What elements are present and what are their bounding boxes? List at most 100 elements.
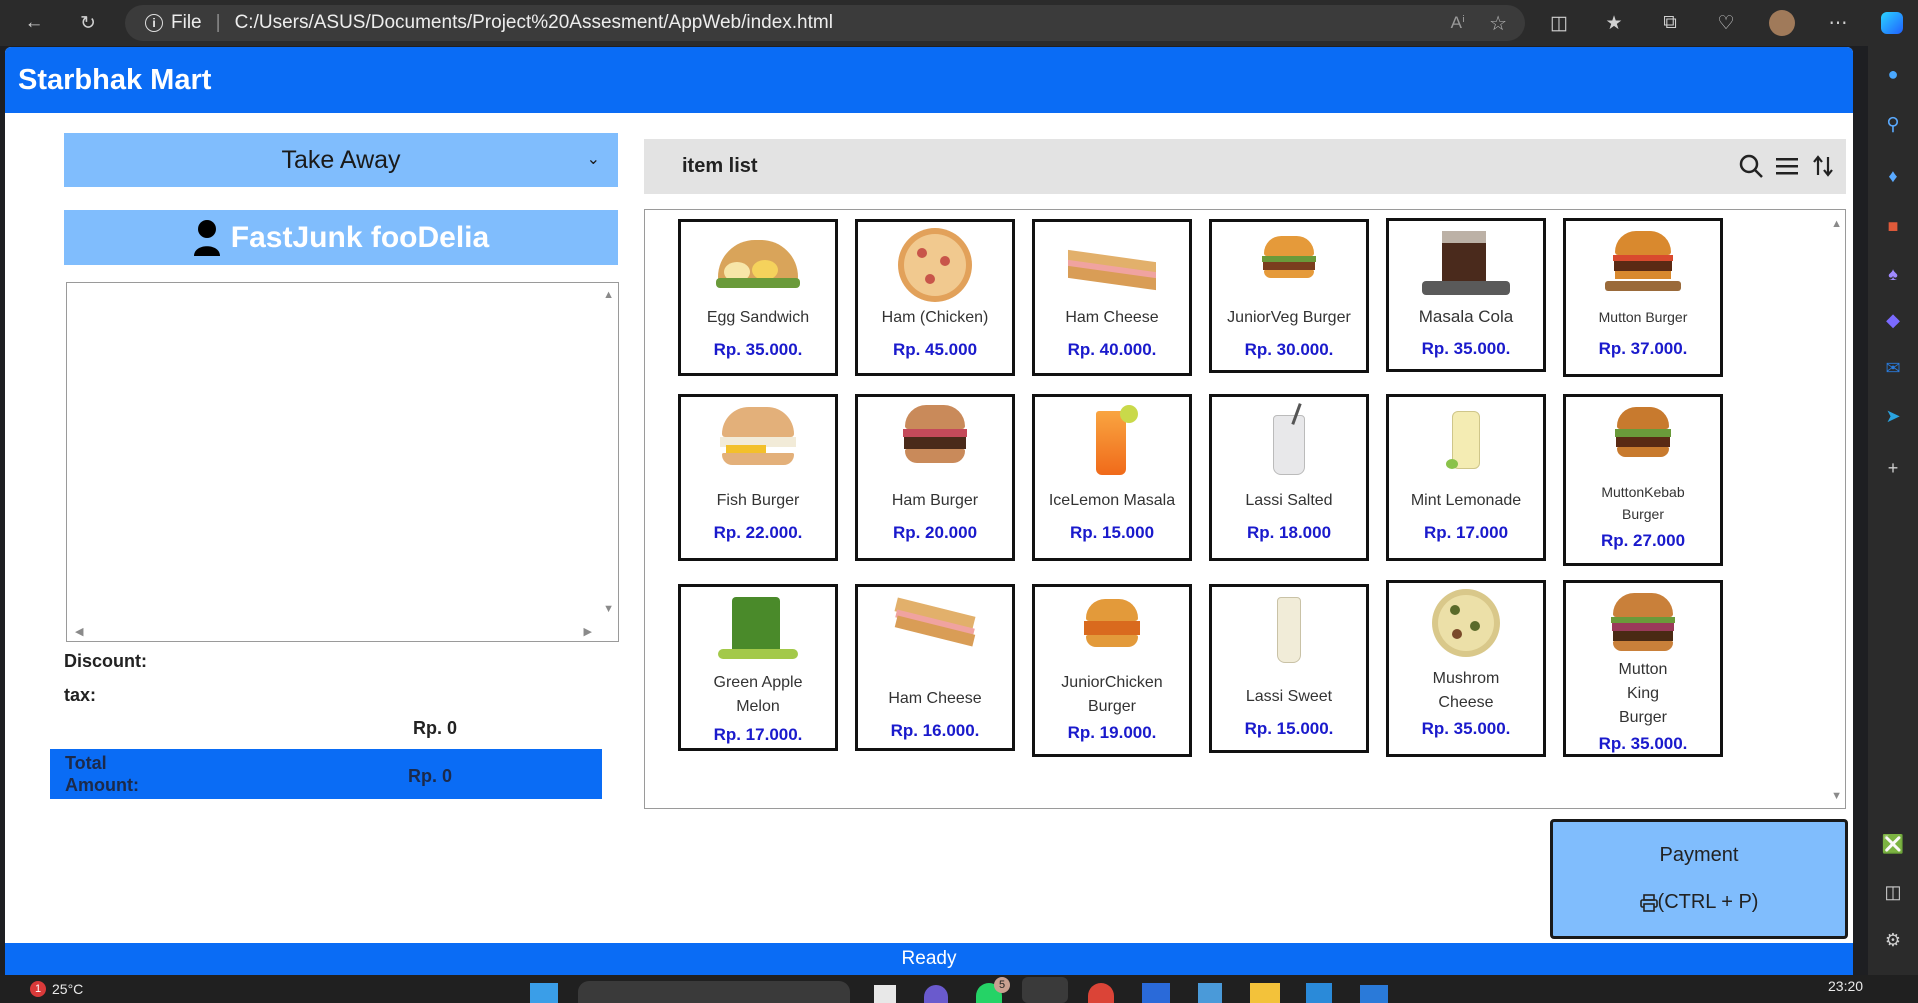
item-card[interactable]: MuttonKebab Burger Rp. 27.000 <box>1563 394 1723 566</box>
item-name: JuniorVeg Burger <box>1227 309 1351 326</box>
item-price: Rp. 37.000. <box>1598 339 1688 358</box>
info-icon[interactable]: i <box>145 14 163 32</box>
screenshot-icon[interactable]: ❎ <box>1881 832 1905 856</box>
item-card[interactable]: Ham (Chicken) Rp. 45.000 <box>855 219 1015 376</box>
browser-sidebar: ● ⚲ ♦ ■ ♠ ◆ ✉ ➤ + ❎ ◫ ⚙ <box>1868 46 1918 975</box>
favorites-icon[interactable]: ★ <box>1598 7 1630 39</box>
taskbar-search-box[interactable] <box>578 981 850 1003</box>
chrome-icon[interactable] <box>1088 983 1114 1003</box>
shopping-tag-icon[interactable]: ♦ <box>1881 164 1905 188</box>
read-aloud-icon[interactable]: Aⁱ <box>1451 13 1465 33</box>
item-card[interactable]: JuniorChicken Burger Rp. 19.000. <box>1032 584 1192 757</box>
scroll-right-arrow[interactable]: ▶ <box>584 625 592 638</box>
item-card[interactable]: Mint Lemonade Rp. 17.000 <box>1386 394 1546 561</box>
store-icon[interactable] <box>1142 983 1170 1003</box>
item-name: Mint Lemonade <box>1410 492 1522 509</box>
split-screen-icon[interactable]: ◫ <box>1543 7 1575 39</box>
customer-name: FastJunk fooDelia <box>230 220 490 254</box>
item-card[interactable]: Lassi Salted Rp. 18.000 <box>1209 394 1369 561</box>
item-name: Fish Burger <box>716 492 800 509</box>
health-icon[interactable]: ♡ <box>1710 7 1742 39</box>
start-icon[interactable] <box>530 983 558 1003</box>
chevron-down-icon[interactable]: ⌄ <box>587 149 600 169</box>
order-type-dropdown[interactable]: Take Away ⌄ <box>64 133 618 187</box>
chat-app-icon[interactable] <box>924 985 948 1003</box>
item-price: Rp. 22.000. <box>713 523 803 542</box>
menu-icon[interactable] <box>1773 152 1801 180</box>
item-name: Lassi Sweet <box>1245 688 1333 705</box>
item-card[interactable]: IceLemon Masala Rp. 15.000 <box>1032 394 1192 561</box>
games-icon[interactable]: ♠ <box>1881 262 1905 286</box>
search-icon[interactable]: ⚲ <box>1881 112 1905 136</box>
item-name: Ham Cheese <box>1065 309 1159 326</box>
search-icon[interactable] <box>1737 152 1765 180</box>
sidebar-toggle-icon[interactable]: ◫ <box>1881 880 1905 904</box>
task-view-icon[interactable] <box>874 985 896 1003</box>
item-price: Rp. 35.000. <box>713 340 803 359</box>
back-icon[interactable]: ← <box>18 7 50 39</box>
clock-time: 23:20 <box>1828 978 1864 994</box>
url-text[interactable]: C:/Users/ASUS/Documents/Project%20Assesm… <box>235 12 833 34</box>
favorite-star-icon[interactable]: ☆ <box>1489 11 1507 36</box>
file-explorer-icon[interactable] <box>1250 983 1280 1003</box>
item-card[interactable]: Mutton King Burger Rp. 35.000. <box>1563 580 1723 757</box>
burger-image <box>885 401 985 477</box>
profile-avatar[interactable] <box>1766 7 1798 39</box>
calculator-icon[interactable] <box>1198 983 1222 1003</box>
item-price: Rp. 35.000. <box>1421 719 1511 738</box>
lemonade-image <box>1416 401 1516 477</box>
more-menu-icon[interactable]: ⋯ <box>1822 7 1854 39</box>
item-card[interactable]: Mushrom Cheese Rp. 35.000. <box>1386 580 1546 757</box>
item-price: Rp. 15.000. <box>1244 719 1334 738</box>
sort-icon[interactable] <box>1809 152 1837 180</box>
burger-image <box>1239 226 1339 302</box>
item-card[interactable]: Green Apple Melon Rp. 17.000. <box>678 584 838 751</box>
telegram-icon[interactable]: ➤ <box>1881 404 1905 428</box>
item-card[interactable]: Ham Burger Rp. 20.000 <box>855 394 1015 561</box>
total-amount-bar: Total Amount: Rp. 0 <box>50 749 602 799</box>
app-title: Starbhak Mart <box>18 63 212 96</box>
item-list-header: item list <box>644 139 1846 194</box>
add-icon[interactable]: + <box>1881 456 1905 480</box>
os-taskbar: 1 25°C 5 23:20 <box>0 975 1918 1003</box>
app-header: Starbhak Mart <box>5 47 1853 113</box>
item-card[interactable]: Masala Cola Rp. 35.000. <box>1386 218 1546 372</box>
total-amount-value: Rp. 0 <box>408 766 453 786</box>
notification-bell-icon[interactable]: ● <box>1881 62 1905 86</box>
item-card[interactable]: Ham Cheese Rp. 40.000. <box>1032 219 1192 376</box>
item-card[interactable]: Ham Cheese Rp. 16.000. <box>855 584 1015 751</box>
item-card[interactable]: Lassi Sweet Rp. 15.000. <box>1209 584 1369 753</box>
status-text: Ready <box>901 948 957 969</box>
lassi-image <box>1239 591 1339 667</box>
refresh-icon[interactable]: ↻ <box>72 7 104 39</box>
item-name: Green Apple Melon <box>713 674 803 715</box>
item-card[interactable]: Mutton Burger Rp. 37.000. <box>1563 218 1723 377</box>
payment-label: Payment <box>1659 844 1739 866</box>
item-card[interactable]: Fish Burger Rp. 22.000. <box>678 394 838 561</box>
collections-icon[interactable]: ⧉ <box>1654 7 1686 39</box>
subtotal-value: Rp. 0 <box>413 718 458 738</box>
discount-label: Discount: <box>64 651 147 671</box>
weather-temperature: 25°C <box>52 981 84 997</box>
settings-gear-icon[interactable]: ⚙ <box>1881 928 1905 952</box>
address-bar[interactable]: i File | C:/Users/ASUS/Documents/Project… <box>125 5 1525 41</box>
tools-briefcase-icon[interactable]: ■ <box>1881 214 1905 238</box>
payment-button[interactable]: Payment (CTRL + P) <box>1550 819 1848 939</box>
item-card[interactable]: Egg Sandwich Rp. 35.000. <box>678 219 838 376</box>
scroll-left-arrow[interactable]: ◀ <box>75 625 83 638</box>
vscode-icon[interactable] <box>1306 983 1332 1003</box>
copilot-icon[interactable] <box>1876 7 1908 39</box>
outlook-icon[interactable]: ✉ <box>1881 356 1905 380</box>
item-name: Lassi Salted <box>1245 492 1333 509</box>
weather-widget[interactable]: 1 25°C <box>30 981 83 997</box>
mail-icon[interactable] <box>1360 985 1388 1003</box>
item-scroll-down-arrow[interactable]: ▼ <box>1831 790 1842 802</box>
scroll-down-arrow[interactable]: ▼ <box>603 603 614 615</box>
item-scroll-up-arrow[interactable]: ▲ <box>1831 218 1842 230</box>
customer-name-bar[interactable]: FastJunk fooDelia <box>64 210 618 265</box>
edge-taskbar-icon[interactable] <box>1022 977 1068 1003</box>
item-card[interactable]: JuniorVeg Burger Rp. 30.000. <box>1209 219 1369 373</box>
scroll-up-arrow[interactable]: ▲ <box>603 289 614 301</box>
copilot-app-icon[interactable]: ◆ <box>1881 308 1905 332</box>
cart-list[interactable]: ▲ ▼ ◀ ▶ <box>66 282 619 642</box>
